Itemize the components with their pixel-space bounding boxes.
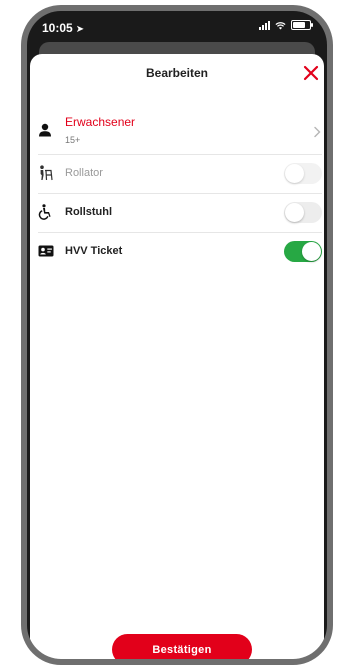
walker-icon [40,165,53,181]
rollator-toggle[interactable] [284,163,322,184]
clock: 10:05 [42,21,73,35]
status-icons [259,20,313,30]
edit-sheet: Bearbeiten Erwachsener 15+ Rollator Roll… [30,54,324,659]
rollator-row: Rollator [38,154,322,194]
status-bar: 10:05 ➤ [27,11,327,41]
toggle-knob [285,164,304,183]
id-card-icon [38,245,54,257]
sheet-header: Bearbeiten [30,54,324,94]
signal-icon [259,20,270,30]
hvv-ticket-label: HVV Ticket [65,245,123,257]
chevron-right-icon [314,126,321,138]
toggle-knob [285,203,304,222]
wheelchair-icon [38,204,51,220]
location-icon: ➤ [75,24,85,35]
hvv-ticket-toggle[interactable] [284,241,322,262]
wifi-icon [275,21,286,30]
rollstuhl-label: Rollstuhl [65,206,113,218]
close-button[interactable] [301,63,321,83]
passenger-type-label: Erwachsener [65,115,136,129]
rollstuhl-toggle[interactable] [284,202,322,223]
close-icon [303,65,319,81]
status-time: 10:05 ➤ [42,21,84,35]
battery-icon [291,20,313,30]
sheet-title: Bearbeiten [145,66,209,80]
person-icon [39,123,51,137]
rollator-label: Rollator [65,167,103,179]
toggle-knob [302,242,321,261]
hvv-ticket-row: HVV Ticket [38,232,322,271]
passenger-type-row[interactable]: Erwachsener 15+ [38,112,322,155]
confirm-button[interactable]: Bestätigen [112,634,252,659]
rollstuhl-row: Rollstuhl [38,193,322,233]
phone-screen: 10:05 ➤ Bearbeiten Erwachsener 15+ Rolla… [27,11,327,659]
passenger-age-label: 15+ [65,135,81,145]
